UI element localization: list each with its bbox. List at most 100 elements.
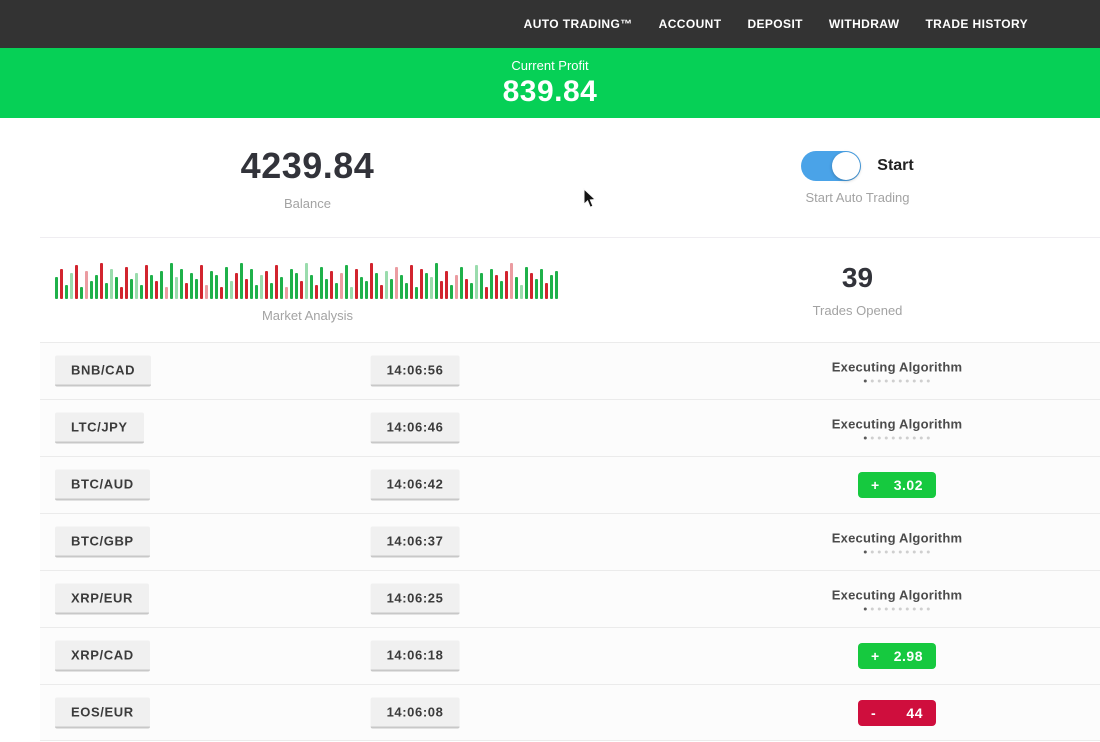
trade-row: XRP/CAD14:06:18+2.98: [40, 627, 1100, 684]
market-bar: [545, 283, 548, 299]
market-analysis-label: Market Analysis: [262, 308, 353, 323]
balance-block: 4239.84 Balance: [0, 118, 615, 237]
market-bar: [550, 275, 553, 299]
market-bar: [285, 287, 288, 299]
trade-pair-chip: BTC/AUD: [55, 470, 150, 501]
market-bar: [360, 277, 363, 299]
trade-row: BNB/CAD14:06:56Executing Algorithm: [40, 342, 1100, 399]
trades-list: BNB/CAD14:06:56Executing AlgorithmLTC/JP…: [0, 342, 1100, 741]
market-bar: [245, 279, 248, 299]
market-bar: [335, 283, 338, 299]
market-bar: [500, 281, 503, 299]
market-bar: [395, 267, 398, 299]
current-profit-banner: Current Profit 839.84: [0, 48, 1100, 118]
market-bar: [520, 285, 523, 299]
market-bar: [75, 265, 78, 299]
result-amount: 2.98: [894, 648, 923, 664]
market-bar: [165, 287, 168, 299]
market-bar: [540, 269, 543, 299]
current-profit-value: 839.84: [503, 75, 598, 109]
market-bar: [440, 281, 443, 299]
market-analysis-chart: [55, 257, 560, 299]
trade-row: XRP/EUR 14:06:25 Executing Algorithm: [40, 570, 1100, 627]
trade-time-chip: 14:06:25: [371, 584, 460, 615]
market-bar: [465, 279, 468, 299]
market-bar: [385, 271, 388, 299]
toggle-state-text: Start: [877, 157, 913, 175]
market-bar: [375, 273, 378, 299]
market-bar: [110, 269, 113, 299]
trade-row: LTC/JPY14:06:46Executing Algorithm: [40, 399, 1100, 456]
market-bar: [105, 283, 108, 299]
trade-status: Executing Algorithm: [832, 588, 962, 611]
market-bar: [135, 273, 138, 299]
market-bar: [420, 269, 423, 299]
market-bar: [115, 277, 118, 299]
nav-item-withdraw[interactable]: WITHDRAW: [829, 17, 900, 31]
progress-dots-icon: [832, 551, 962, 554]
result-amount: 44: [906, 705, 923, 721]
result-sign: +: [871, 477, 880, 493]
market-bar: [315, 285, 318, 299]
nav-item-account[interactable]: ACCOUNT: [659, 17, 722, 31]
market-bar: [70, 273, 73, 299]
market-bar: [250, 269, 253, 299]
trade-pair-chip: XRP/EUR: [55, 584, 149, 615]
market-bar: [190, 273, 193, 299]
trade-result-badge: +2.98: [858, 643, 936, 669]
auto-trading-page: AUTO TRADING™ ACCOUNT DEPOSIT WITHDRAW T…: [0, 0, 1100, 742]
market-bar: [225, 267, 228, 299]
progress-dots-icon: [832, 380, 962, 383]
market-bar: [175, 277, 178, 299]
market-bar: [180, 269, 183, 299]
market-bar: [410, 265, 413, 299]
market-bar: [530, 273, 533, 299]
market-bar: [195, 279, 198, 299]
market-bar: [275, 265, 278, 299]
trade-status: Executing Algorithm: [832, 531, 962, 554]
market-bar: [405, 283, 408, 299]
auto-trading-toggle[interactable]: [801, 151, 861, 181]
balance-value: 4239.84: [241, 145, 375, 187]
market-bar: [340, 273, 343, 299]
nav-item-auto-trading[interactable]: AUTO TRADING™: [524, 17, 633, 31]
market-bar: [330, 271, 333, 299]
trades-opened-value: 39: [842, 262, 873, 294]
progress-dots-icon: [832, 437, 962, 440]
trade-status: Executing Algorithm: [832, 417, 962, 440]
market-bar: [480, 273, 483, 299]
market-bar: [280, 277, 283, 299]
trade-status: +3.02: [858, 472, 936, 498]
market-bar: [380, 285, 383, 299]
market-bar: [535, 279, 538, 299]
market-bar: [100, 263, 103, 299]
market-bar: [355, 269, 358, 299]
trade-time-chip: 14:06:46: [371, 413, 460, 444]
market-bar: [515, 277, 518, 299]
trade-row: BTC/AUD14:06:42+3.02: [40, 456, 1100, 513]
auto-trading-label: Start Auto Trading: [805, 190, 909, 205]
toggle-knob-icon: [832, 152, 860, 180]
market-bar: [160, 271, 163, 299]
trade-pair-chip: BTC/GBP: [55, 527, 150, 558]
trade-result-badge: +3.02: [858, 472, 936, 498]
trade-row: EOS/EUR14:06:08-44: [40, 684, 1100, 741]
market-bar: [140, 285, 143, 299]
trade-pair-chip: XRP/CAD: [55, 641, 150, 672]
market-bar: [495, 275, 498, 299]
market-bar: [220, 287, 223, 299]
market-bar: [90, 281, 93, 299]
balance-toggle-row: 4239.84 Balance Start Start Auto Trading: [0, 118, 1100, 237]
market-bar: [265, 271, 268, 299]
market-bar: [450, 285, 453, 299]
result-sign: -: [871, 705, 876, 721]
nav-item-deposit[interactable]: DEPOSIT: [747, 17, 802, 31]
market-bar: [150, 275, 153, 299]
market-bar: [155, 281, 158, 299]
nav-item-trade-history[interactable]: TRADE HISTORY: [925, 17, 1028, 31]
progress-dots-icon: [832, 608, 962, 611]
trade-status: +2.98: [858, 643, 936, 669]
executing-algorithm-label: Executing Algorithm: [832, 417, 962, 432]
market-bar: [475, 265, 478, 299]
market-bar: [430, 277, 433, 299]
